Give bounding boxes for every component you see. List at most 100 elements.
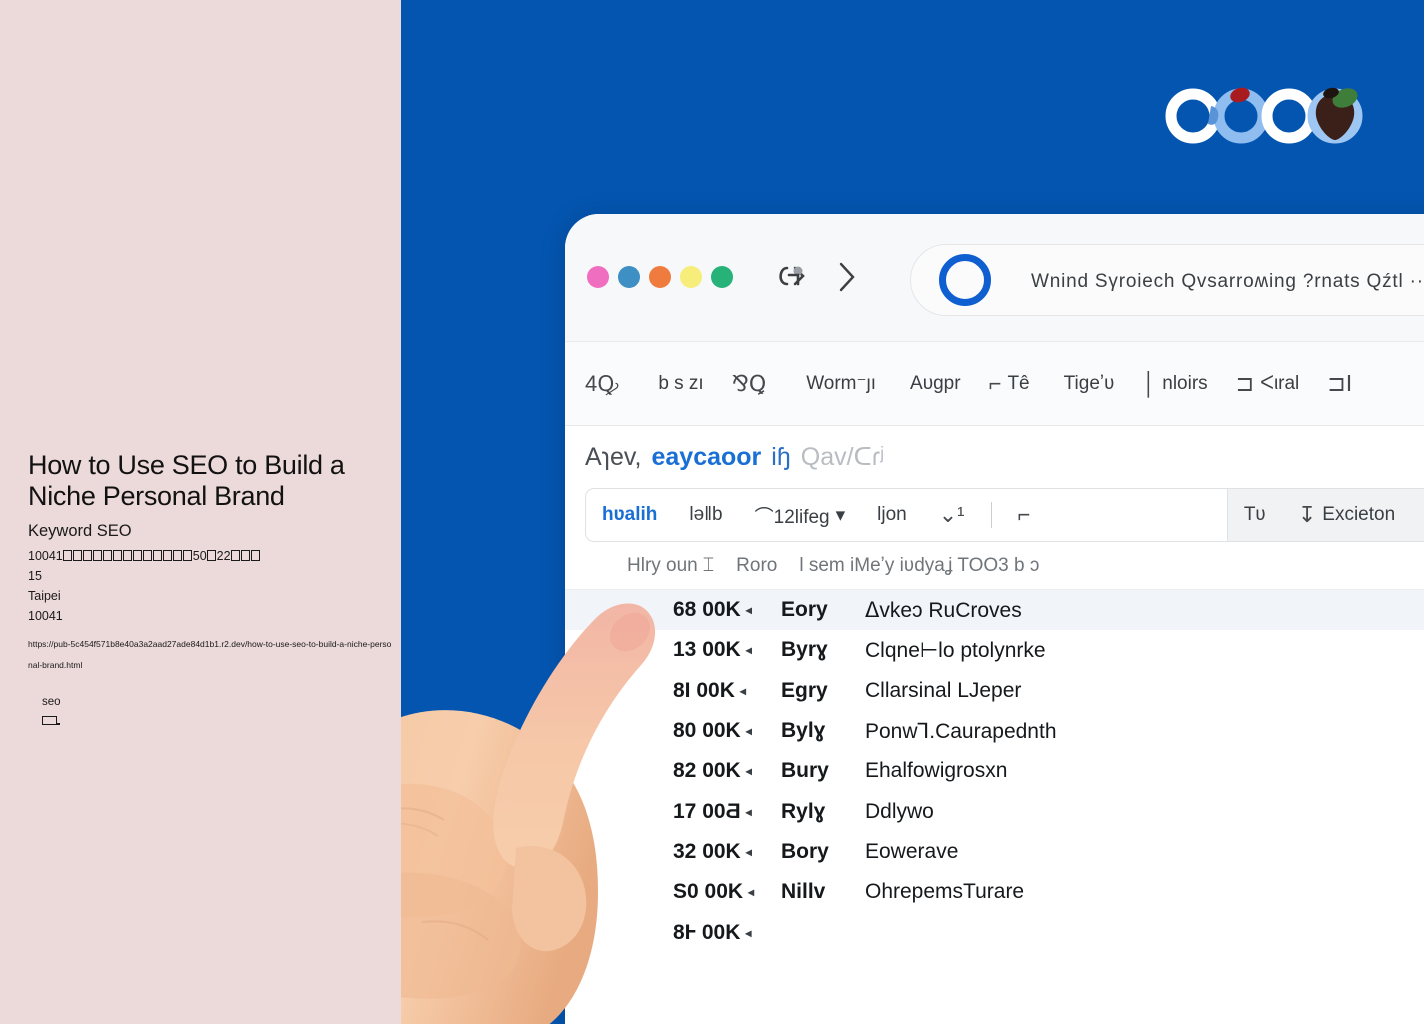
filter-match[interactable]: lǝ‖b xyxy=(673,504,738,526)
address-bar[interactable]: Wnind Sγroiech Qvsarroʍing ?rnats Qźtl ·… xyxy=(910,244,1424,316)
page-heading: Aɿev, eaycaoor iɧ Qav/ᑕɾʲ xyxy=(565,426,1424,488)
table-row[interactable]: 68 00K ◂ Eory ᐃvkeɔ RuCroves xyxy=(565,590,1424,631)
cell-volume: 13 00K ◂ xyxy=(673,638,781,662)
cell-kd: Eory xyxy=(781,598,828,622)
article-url[interactable]: https://pub-5c454f571b8e40a3a2aad27ade84… xyxy=(28,634,396,676)
cell-kd: Egry xyxy=(781,678,828,702)
results-table-header: Hlry oun ⌶ Roro l sem iMeʼy iʋdyaʝ TOO3 … xyxy=(565,542,1424,590)
dot-blue-icon[interactable] xyxy=(618,266,640,288)
filter-bar-right-group: Tʋ ↧ Excieton ⌐ xyxy=(1226,489,1424,541)
filter-region[interactable]: ljon xyxy=(861,504,923,526)
table-row[interactable]: 8Ⱶ 00K ◂ xyxy=(565,912,1424,952)
volume-caret-icon: ◂ xyxy=(745,925,752,940)
filter-keyword-label: hʋalih xyxy=(602,504,658,525)
table-row[interactable]: 80 00K ◂ Bylɣ PonwꞀ.Caurapednth xyxy=(565,711,1424,751)
table-row[interactable]: 17 00Ƌ ◂ Rylɣ Ddlywo xyxy=(565,791,1424,831)
unrendered-glyph xyxy=(63,550,73,561)
cell-volume: 8Ⱶ 00K ◂ xyxy=(673,921,781,945)
dot-green-icon[interactable] xyxy=(711,266,733,288)
table-row[interactable]: 32 00K ◂ Bory Eowerave xyxy=(565,832,1424,872)
cell-term: PonwꞀ.Caurapednth xyxy=(865,719,1057,743)
browser-chrome-bar: Wnind Sγroiech Qvsarroʍing ?rnats Qźtl ·… xyxy=(565,214,1424,342)
toolbar-item-9[interactable]: ⊐ ᐸιral xyxy=(1236,372,1300,395)
dot-orange-icon[interactable] xyxy=(649,266,671,288)
cell-volume: 32 00K ◂ xyxy=(673,840,781,864)
toolbar-item-8-icon: │ xyxy=(1142,370,1157,396)
toolbar-item-1[interactable]: 4Ꝙ xyxy=(585,370,624,396)
toolbar-item-6[interactable]: ⌐ Tê xyxy=(989,372,1030,395)
unrendered-glyph xyxy=(133,550,143,561)
toolbar-item-2-label: b s zı xyxy=(658,372,704,394)
filter-more[interactable]: ⌐ xyxy=(1411,504,1424,526)
cell-volume: S0 00K ◂ xyxy=(673,880,781,904)
unrendered-glyph xyxy=(143,550,153,561)
article-info-block: How to Use SEO to Build a Niche Personal… xyxy=(28,450,400,676)
filter-bar: hʋalih lǝ‖b ⌒12lifeg ▾ ljon ⌄¹ ⌐ Tʋ ↧ Ex… xyxy=(585,488,1424,542)
brand-logo xyxy=(1163,82,1363,150)
unrendered-glyph xyxy=(93,550,103,561)
chevron-right-icon[interactable] xyxy=(836,260,858,299)
left-info-panel: How to Use SEO to Build a Niche Personal… xyxy=(0,0,401,1024)
filter-keyword[interactable]: hʋalih xyxy=(586,504,673,526)
volume-caret-icon: ◂ xyxy=(745,603,752,618)
dot-pink-icon[interactable] xyxy=(587,266,609,288)
filter-volume-label: ⌒12lifeg xyxy=(754,506,830,528)
unrendered-glyph xyxy=(153,550,163,561)
filter-volume[interactable]: ⌒12lifeg ▾ xyxy=(739,502,862,529)
sort-icon: ⌐ xyxy=(1017,502,1031,527)
unrendered-glyph xyxy=(73,550,83,561)
city-name: Taipei xyxy=(28,589,61,603)
table-row[interactable]: 82 00K ◂ Bury Ehalfowigrosxn xyxy=(565,751,1424,791)
filter-cart[interactable]: ⌄¹ xyxy=(923,504,981,526)
unrendered-glyph xyxy=(251,550,261,561)
address-bar-text: Wnind Sγroiech Qvsarroʍing ?rnats Qźtl ·… xyxy=(1031,271,1424,292)
filter-toggle-tk[interactable]: Tʋ xyxy=(1228,504,1282,526)
filter-sort[interactable]: ⌐ xyxy=(1002,504,1047,526)
unrendered-glyph xyxy=(123,550,133,561)
cell-volume: 17 00Ƌ ◂ xyxy=(673,800,781,824)
browser-nav-controls xyxy=(775,260,858,299)
cell-term: OhrepemsTurare xyxy=(865,880,1025,904)
browser-window: Wnind Sγroiech Qvsarroʍing ?rnats Qźtl ·… xyxy=(565,214,1424,1024)
col-kd-label: Roro xyxy=(736,554,778,576)
back-arrow-icon[interactable] xyxy=(775,262,809,297)
address-line-mid2: 22 xyxy=(216,549,231,563)
volume-caret-icon: ◂ xyxy=(739,683,746,698)
filter-export[interactable]: ↧ Excieton xyxy=(1282,504,1411,526)
col-volume[interactable]: Hlry oun ⌶ xyxy=(627,555,714,577)
cell-kd: Byrɣ xyxy=(781,638,828,662)
page-title: How to Use SEO to Build a Niche Personal… xyxy=(28,450,345,511)
toolbar-item-3[interactable]: ⅋Ꝗ xyxy=(732,372,772,395)
toolbar-item-1-icon: 4Ꝙ xyxy=(585,370,619,396)
toolbar-item-4[interactable]: Worm⁻ȷı xyxy=(800,372,876,395)
unrendered-glyph xyxy=(173,550,183,561)
toolbar-item-10[interactable]: ⊐Ⅰ xyxy=(1327,370,1358,396)
unrendered-glyph xyxy=(183,550,193,561)
filter-region-label: ljon xyxy=(877,504,907,525)
filter-divider xyxy=(990,502,992,528)
toolbar-item-2[interactable]: b s zı xyxy=(652,373,703,395)
cell-volume-value: 80 00K xyxy=(673,719,741,743)
filter-match-label: lǝ‖b xyxy=(689,504,723,525)
table-row[interactable]: 13 00K ◂ Byrɣ Clqne⊢lo ptolynrke xyxy=(565,630,1424,670)
table-row[interactable]: 8I 00K ◂ Egry Cllarsinal LJeper xyxy=(565,671,1424,711)
cell-kd: Bylɣ xyxy=(781,719,826,743)
unrendered-glyph xyxy=(163,550,173,561)
toolbar-item-7[interactable]: Tigeʼʋ xyxy=(1058,373,1115,395)
volume-caret-icon: ◂ xyxy=(748,885,755,900)
col-keyword[interactable]: l sem iMeʼy iʋdyaʝ TOO3 b ɔ xyxy=(799,555,1039,577)
toolbar-item-5[interactable]: Aυgpr xyxy=(904,373,961,395)
toolbar-item-8[interactable]: │ nloirs xyxy=(1142,370,1208,396)
unrendered-glyph xyxy=(231,550,241,561)
article-subtitle: Keyword SEO xyxy=(28,522,132,540)
table-row[interactable]: S0 00K ◂ Nillv OhrepemsTurare xyxy=(565,872,1424,912)
page-heading-part1: Aɿev, xyxy=(585,442,642,471)
col-kd[interactable]: Roro xyxy=(736,555,777,577)
toolbar-item-8-label: nloirs xyxy=(1162,372,1208,394)
cell-kd: Bury xyxy=(781,759,829,783)
toolbar-item-10-icon: ⊐Ⅰ xyxy=(1327,370,1353,396)
cell-volume: 68 00K ◂ xyxy=(673,598,781,622)
unrendered-glyph xyxy=(241,550,251,561)
dot-yellow-icon[interactable] xyxy=(680,266,702,288)
export-icon: ↧ xyxy=(1297,502,1317,527)
